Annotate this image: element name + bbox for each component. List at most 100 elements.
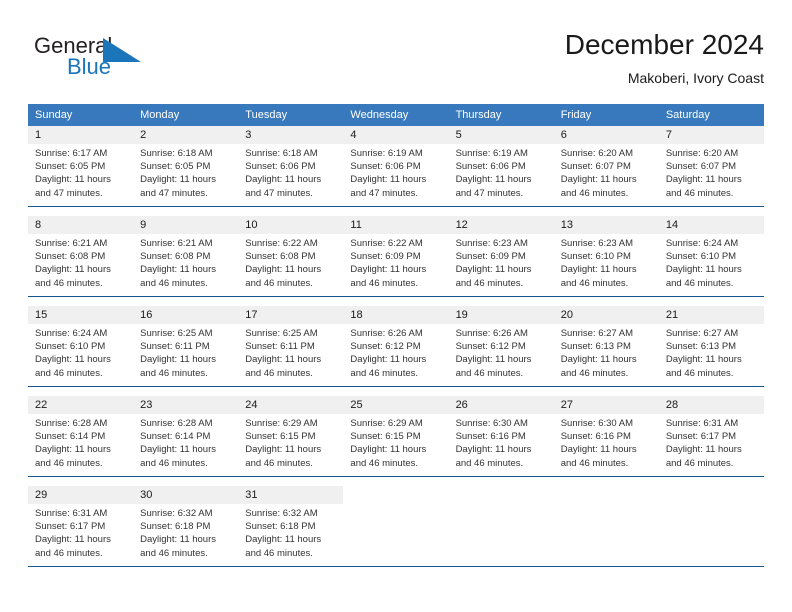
week-1-daynumbers: 1 2 3 4 5 6 7: [28, 126, 764, 144]
day-info-6: Sunrise: 6:20 AM Sunset: 6:07 PM Dayligh…: [553, 144, 659, 206]
day-info-4: Sunrise: 6:19 AM Sunset: 6:06 PM Dayligh…: [343, 144, 449, 206]
week-1-details: Sunrise: 6:17 AM Sunset: 6:05 PM Dayligh…: [28, 144, 764, 206]
daylight-text-line1: Daylight: 11 hours: [665, 354, 742, 366]
sunset-text: Sunset: 6:16 PM: [455, 431, 526, 443]
day-cell-17[interactable]: 17: [238, 306, 344, 324]
week-separator: [28, 566, 764, 567]
general-blue-logo[interactable]: General Blue: [34, 34, 214, 90]
daylight-text-line1: Daylight: 11 hours: [665, 264, 742, 276]
day-cell-23[interactable]: 23: [133, 396, 239, 414]
sunrise-text: Sunrise: 6:24 AM: [35, 328, 108, 339]
day-info-empty-3: [553, 504, 659, 566]
sunrise-text: Sunrise: 6:21 AM: [140, 238, 213, 249]
day-cell-25[interactable]: 25: [343, 396, 449, 414]
day-cell-29[interactable]: 29: [28, 486, 134, 504]
daylight-text-line1: Daylight: 11 hours: [350, 444, 427, 456]
day-cell-13[interactable]: 13: [553, 216, 659, 234]
sunset-text: Sunset: 6:05 PM: [35, 161, 106, 173]
sunrise-text: Sunrise: 6:17 AM: [35, 148, 108, 159]
sunset-text: Sunset: 6:18 PM: [140, 521, 211, 533]
daylight-text-line2: and 46 minutes.: [245, 277, 313, 289]
sunrise-text: Sunrise: 6:24 AM: [665, 238, 739, 249]
day-cell-2[interactable]: 2: [133, 126, 239, 144]
day-cell-5[interactable]: 5: [448, 126, 554, 144]
sunset-text: Sunset: 6:13 PM: [665, 341, 737, 353]
day-cell-4[interactable]: 4: [343, 126, 449, 144]
title-block: December 2024 Makoberi, Ivory Coast: [565, 28, 764, 88]
daylight-text-line1: Daylight: 11 hours: [35, 444, 111, 456]
weekday-header-sunday: Sunday: [28, 104, 134, 126]
daylight-text-line1: Daylight: 11 hours: [140, 174, 217, 186]
sunset-text: Sunset: 6:17 PM: [35, 521, 106, 533]
day-cell-26[interactable]: 26: [448, 396, 554, 414]
day-info-empty-2: [448, 504, 554, 566]
week-5-details: Sunrise: 6:31 AM Sunset: 6:17 PM Dayligh…: [28, 504, 764, 566]
day-info-3: Sunrise: 6:18 AM Sunset: 6:06 PM Dayligh…: [238, 144, 344, 206]
sunset-text: Sunset: 6:09 PM: [350, 251, 421, 263]
day-cell-27[interactable]: 27: [553, 396, 659, 414]
day-cell-22[interactable]: 22: [28, 396, 134, 414]
day-cell-10[interactable]: 10: [238, 216, 344, 234]
daylight-text-line2: and 46 minutes.: [35, 277, 103, 289]
daylight-text-line2: and 46 minutes.: [245, 547, 313, 559]
daylight-text-line1: Daylight: 11 hours: [245, 354, 322, 366]
daylight-text-line2: and 46 minutes.: [560, 367, 629, 379]
day-cell-3[interactable]: 3: [238, 126, 344, 144]
day-cell-28[interactable]: 28: [658, 396, 764, 414]
week-4-details: Sunrise: 6:28 AM Sunset: 6:14 PM Dayligh…: [28, 414, 764, 476]
daylight-text-line1: Daylight: 11 hours: [455, 264, 532, 276]
daylight-text-line1: Daylight: 11 hours: [245, 174, 322, 186]
sunset-text: Sunset: 6:07 PM: [560, 161, 631, 173]
daylight-text-line2: and 47 minutes.: [455, 187, 524, 199]
day-cell-24[interactable]: 24: [238, 396, 344, 414]
day-cell-30[interactable]: 30: [133, 486, 239, 504]
sunrise-text: Sunrise: 6:25 AM: [140, 328, 213, 339]
day-cell-12[interactable]: 12: [448, 216, 554, 234]
sunrise-text: Sunrise: 6:20 AM: [665, 148, 739, 159]
week-5-daynumbers: 29 30 31: [28, 486, 764, 504]
day-info-7: Sunrise: 6:20 AM Sunset: 6:07 PM Dayligh…: [658, 144, 764, 206]
daylight-text-line2: and 46 minutes.: [350, 457, 419, 469]
sunrise-text: Sunrise: 6:28 AM: [140, 418, 213, 429]
day-info-17: Sunrise: 6:25 AM Sunset: 6:11 PM Dayligh…: [238, 324, 344, 386]
day-cell-18[interactable]: 18: [343, 306, 449, 324]
daylight-text-line2: and 46 minutes.: [560, 457, 629, 469]
day-info-14: Sunrise: 6:24 AM Sunset: 6:10 PM Dayligh…: [658, 234, 764, 296]
day-cell-8[interactable]: 8: [28, 216, 134, 234]
sunset-text: Sunset: 6:05 PM: [140, 161, 211, 173]
day-cell-21[interactable]: 21: [658, 306, 764, 324]
daylight-text-line1: Daylight: 11 hours: [350, 264, 427, 276]
sunset-text: Sunset: 6:11 PM: [245, 341, 315, 353]
day-cell-31[interactable]: 31: [238, 486, 344, 504]
day-cell-6[interactable]: 6: [553, 126, 659, 144]
day-cell-9[interactable]: 9: [133, 216, 239, 234]
day-info-9: Sunrise: 6:21 AM Sunset: 6:08 PM Dayligh…: [133, 234, 239, 296]
sunrise-text: Sunrise: 6:27 AM: [560, 328, 634, 339]
daylight-text-line2: and 46 minutes.: [455, 367, 524, 379]
daylight-text-line2: and 46 minutes.: [560, 187, 629, 199]
sunset-text: Sunset: 6:08 PM: [35, 251, 106, 263]
sunrise-text: Sunrise: 6:19 AM: [350, 148, 423, 159]
day-cell-1[interactable]: 1: [28, 126, 134, 144]
sunset-text: Sunset: 6:06 PM: [350, 161, 421, 173]
day-cell-7[interactable]: 7: [658, 126, 764, 144]
sunset-text: Sunset: 6:10 PM: [560, 251, 631, 263]
week-2-daynumbers: 8 9 10 11 12 13 14: [28, 216, 764, 234]
day-cell-14[interactable]: 14: [658, 216, 764, 234]
day-cell-19[interactable]: 19: [448, 306, 554, 324]
sunrise-text: Sunrise: 6:30 AM: [560, 418, 634, 429]
day-info-18: Sunrise: 6:26 AM Sunset: 6:12 PM Dayligh…: [343, 324, 449, 386]
day-cell-11[interactable]: 11: [343, 216, 449, 234]
page-title: December 2024: [564, 29, 764, 60]
daylight-text-line2: and 46 minutes.: [560, 277, 629, 289]
day-cell-empty-3: [553, 486, 659, 504]
day-cell-15[interactable]: 15: [28, 306, 134, 324]
day-info-5: Sunrise: 6:19 AM Sunset: 6:06 PM Dayligh…: [448, 144, 554, 206]
week-3-details: Sunrise: 6:24 AM Sunset: 6:10 PM Dayligh…: [28, 324, 764, 386]
day-info-19: Sunrise: 6:26 AM Sunset: 6:12 PM Dayligh…: [448, 324, 554, 386]
day-cell-16[interactable]: 16: [133, 306, 239, 324]
daylight-text-line2: and 47 minutes.: [35, 187, 103, 199]
day-cell-20[interactable]: 20: [553, 306, 659, 324]
sunrise-text: Sunrise: 6:26 AM: [455, 328, 528, 339]
sunrise-text: Sunrise: 6:20 AM: [560, 148, 634, 159]
